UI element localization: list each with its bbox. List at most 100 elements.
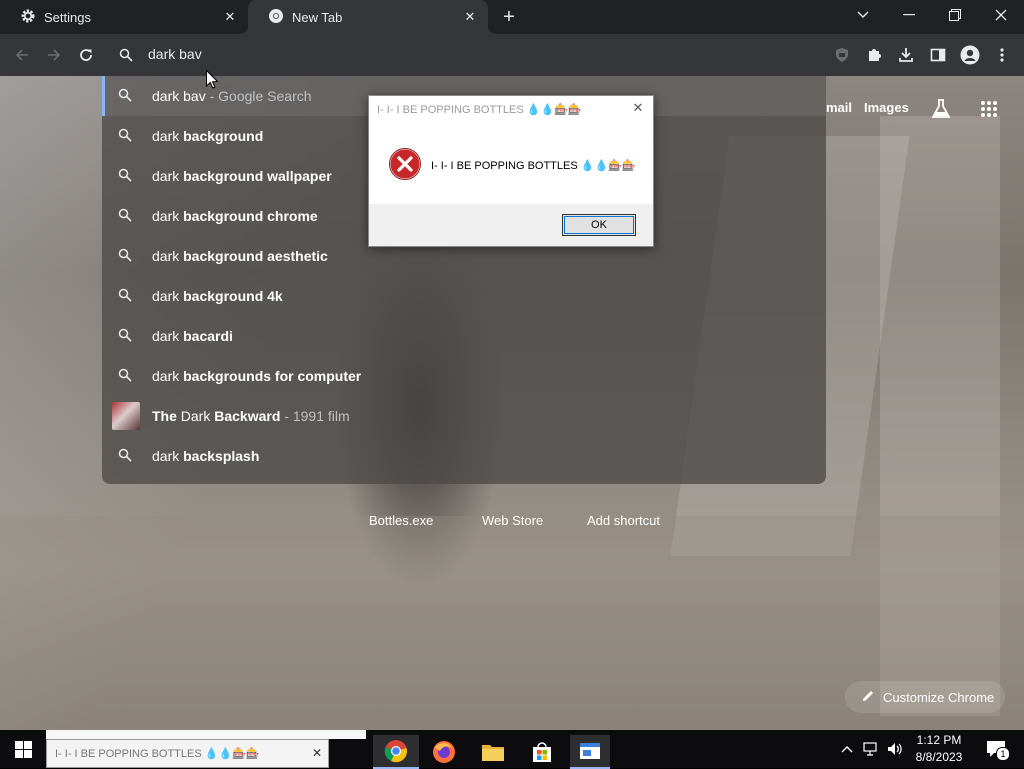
suggestion-completion: background chrome [183,208,318,224]
apps-grid-icon[interactable] [980,100,998,123]
new-tab-plus-icon[interactable]: + [498,6,520,28]
taskbar-clock[interactable]: 1:12 PM 8/8/2023 [910,732,968,766]
notification-count-badge: 1 [996,747,1010,761]
taskbar-chrome-icon[interactable] [373,735,419,769]
suggestion-completion: background 4k [183,288,283,304]
suggestion-description: - 1991 film [280,408,350,424]
suggestion-prefix: dark [152,208,184,224]
address-bar-input[interactable]: dark bav [148,46,202,62]
suggestion-item[interactable]: dark bacardi [102,316,826,356]
windows-taskbar: I- I- I BE POPPING BOTTLES 💧💧🎰🎰 ✕ 1:12 P… [0,730,1024,769]
restore-icon[interactable] [932,0,978,30]
suggestion-description: - Google Search [205,88,312,104]
suggestion-query: dark bav [152,88,206,104]
search-box-edge [46,730,366,739]
search-icon [118,288,134,304]
suggestion-item[interactable]: dark background 4k [102,276,826,316]
dialog-close-icon[interactable]: ✕ [629,99,647,117]
browser-toolbar: dark bav [0,34,1024,76]
ok-button[interactable]: OK [562,214,636,236]
taskbar-search-text: I- I- I BE POPPING BOTTLES 💧💧🎰🎰 [55,748,260,760]
suggestion-completion: background wallpaper [183,168,332,184]
dialog-footer: OK [369,204,653,246]
suggestion-item-entity[interactable]: The Dark Backward - 1991 film [102,396,826,436]
extensions-puzzle-icon[interactable] [862,43,886,67]
kebab-menu-icon[interactable] [990,43,1014,67]
search-icon [118,328,134,344]
customize-chrome-label: Customize Chrome [883,689,995,705]
gear-icon [20,8,36,27]
mouse-cursor-icon [206,69,219,94]
shield-extension-icon[interactable] [830,43,854,67]
shortcut-bottles[interactable]: Bottles.exe [369,513,433,528]
suggestion-match: Dark [176,408,215,424]
tab-close-icon[interactable]: ✕ [460,7,480,27]
volume-icon[interactable] [886,740,904,758]
clock-date: 8/8/2023 [915,750,963,764]
taskbar-file-explorer-icon[interactable] [473,735,513,769]
suggestion-completion: background aesthetic [183,248,328,264]
search-icon [118,208,134,224]
omnibox-search-icon [114,43,138,67]
dialog-message: I- I- I BE POPPING BOTTLES 💧💧🎰🎰 [431,160,636,172]
tab-new-tab[interactable]: New Tab ✕ [240,0,496,34]
suggestion-prefix: dark [152,168,184,184]
side-panel-icon[interactable] [926,43,950,67]
shortcut-web-store[interactable]: Web Store [482,513,543,528]
movie-poster-thumbnail [112,402,140,430]
pencil-icon [861,689,875,706]
suggestion-prefix: dark [152,248,184,264]
error-dialog: I- I- I BE POPPING BOTTLES 💧💧🎰🎰 ✕ I- I- … [368,95,654,247]
tray-chevron-up-icon[interactable] [838,740,856,758]
clock-time: 1:12 PM [916,733,962,747]
tab-title: Settings [44,9,91,25]
download-icon[interactable] [894,43,918,67]
suggestion-prefix: dark [152,448,184,464]
back-arrow-icon[interactable] [10,43,34,67]
tab-strip: Settings ✕ New Tab ✕ + [0,0,1024,34]
suggestion-prefix: dark [152,368,184,384]
suggestion-completion: Backward [214,408,281,424]
search-icon [118,368,134,384]
search-icon [118,128,134,144]
search-icon [118,168,134,184]
tab-settings[interactable]: Settings ✕ [0,0,248,34]
dialog-title: I- I- I BE POPPING BOTTLES 💧💧🎰🎰 [377,104,582,116]
search-clear-icon[interactable]: ✕ [312,746,322,760]
network-icon[interactable] [862,740,880,758]
suggestion-completion: backsplash [183,448,260,464]
suggestion-prefix: dark [152,288,184,304]
labs-flask-icon[interactable] [930,98,952,125]
gmail-link[interactable]: mail [826,100,852,115]
suggestion-completion: backgrounds for computer [183,368,362,384]
taskbar-firefox-icon[interactable] [424,735,464,769]
chrome-icon [268,8,284,27]
tab-close-icon[interactable]: ✕ [220,7,240,27]
search-icon [118,448,134,464]
profile-avatar-icon[interactable] [958,43,982,67]
search-icon [118,88,134,104]
taskbar-search-input[interactable]: I- I- I BE POPPING BOTTLES 💧💧🎰🎰 ✕ [46,739,329,768]
suggestion-completion: bacardi [183,328,233,344]
suggestion-completion: background [183,128,264,144]
start-windows-icon[interactable] [3,732,43,766]
forward-arrow-icon[interactable] [42,43,66,67]
suggestion-item[interactable]: dark backgrounds for computer [102,356,826,396]
minimize-icon[interactable] [886,0,932,30]
shortcut-add[interactable]: Add shortcut [587,513,660,528]
search-icon [118,248,134,264]
customize-chrome-button[interactable]: Customize Chrome [845,681,1005,713]
suggestion-prefix: dark [152,128,184,144]
tab-search-chevron-icon[interactable] [840,0,886,30]
suggestion-item[interactable]: dark backsplash [102,436,826,476]
suggestion-prefix: dark [152,328,184,344]
taskbar-store-icon[interactable] [522,735,562,769]
notification-center-icon[interactable]: 1 [984,740,1010,761]
reload-icon[interactable] [74,43,98,67]
close-window-icon[interactable] [978,0,1024,30]
suggestion-prefix: The [152,408,177,424]
taskbar-app-window-icon[interactable] [570,735,610,769]
images-link[interactable]: Images [864,100,909,115]
tab-title: New Tab [292,9,343,25]
error-icon [389,148,421,180]
